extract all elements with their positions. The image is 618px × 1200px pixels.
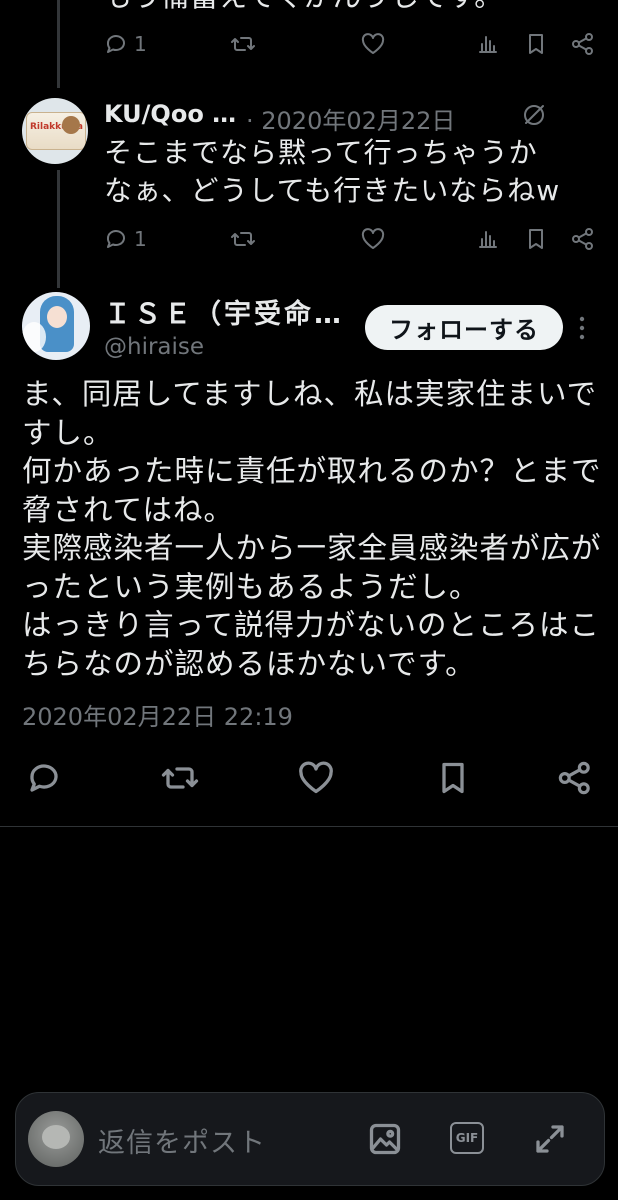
more-icon	[579, 316, 585, 340]
grok-icon	[524, 105, 544, 125]
main-avatar[interactable]	[22, 292, 90, 360]
like-icon	[299, 761, 333, 794]
gif-icon: GIF	[455, 1131, 479, 1145]
avatar-bear-shape	[62, 116, 80, 134]
main-tweet-text: ま、同居してますしね、私は実家住まいですし。 何かあった時に責任が取れるのか？と…	[22, 377, 602, 681]
like-icon	[361, 33, 385, 54]
thread-line-top	[57, 0, 60, 88]
reply-date[interactable]: · 2020年02月22日	[246, 101, 455, 136]
retweet-button-2[interactable]	[230, 227, 256, 251]
reply-avatar[interactable]: Rilakkuma	[22, 98, 88, 164]
reply-icon	[106, 230, 125, 248]
reply-author-name[interactable]: KU/Qoo …	[104, 100, 236, 128]
bookmark-icon	[442, 762, 464, 794]
main-handle[interactable]: @hiraise	[104, 334, 204, 360]
share-icon	[558, 761, 590, 795]
share-icon	[572, 228, 593, 250]
retweet-icon	[231, 232, 255, 246]
like-button[interactable]	[360, 32, 386, 56]
composer-avatar[interactable]	[28, 1111, 84, 1167]
top-tweet-partial-text: もう備蓄えてくがんゔしです。	[104, 0, 604, 16]
reply-count: 1	[134, 227, 147, 251]
reply-icon	[30, 764, 58, 792]
main-display-name[interactable]: ＩＳＥ（宇受命…	[104, 292, 344, 331]
main-like-button[interactable]	[296, 760, 336, 796]
retweet-icon	[231, 37, 255, 51]
main-bookmark-button[interactable]	[435, 760, 471, 796]
like-button-2[interactable]	[360, 227, 386, 251]
thread-line-bottom	[57, 170, 60, 288]
share-button[interactable]	[570, 32, 596, 56]
bookmark-icon	[529, 34, 543, 54]
reply-composer[interactable]: 返信をポスト GIF	[15, 1092, 605, 1186]
retweet-icon	[161, 767, 199, 789]
share-icon	[572, 33, 593, 55]
main-retweet-button[interactable]	[160, 760, 200, 796]
reply-icon	[106, 35, 125, 53]
add-image-button[interactable]	[367, 1121, 403, 1161]
avatar-face-shape	[47, 306, 67, 328]
grok-button[interactable]	[520, 101, 548, 133]
image-icon	[369, 1123, 401, 1155]
reply-button[interactable]: 1	[104, 32, 147, 56]
follow-button[interactable]: フォローする	[365, 305, 563, 350]
views-icon	[479, 231, 497, 248]
bookmark-icon	[529, 229, 543, 249]
expand-composer-button[interactable]	[532, 1121, 568, 1161]
bookmark-button-2[interactable]	[524, 227, 548, 251]
reply-text: そこまでなら黙って行っちゃうかなぁ、どうしても行きたいならねw	[104, 136, 561, 207]
reply-count: 1	[134, 32, 147, 56]
views-button-2[interactable]	[476, 227, 500, 251]
main-timestamp[interactable]: 2020年02月22日 22:19	[22, 697, 293, 732]
expand-icon	[536, 1125, 564, 1153]
more-options-button[interactable]	[576, 314, 588, 346]
divider	[0, 826, 618, 827]
avatar-wing-shape	[22, 322, 46, 352]
share-button-2[interactable]	[570, 227, 596, 251]
bookmark-button[interactable]	[524, 32, 548, 56]
add-gif-button[interactable]: GIF	[450, 1122, 484, 1154]
main-reply-button[interactable]	[25, 760, 63, 796]
views-icon	[479, 36, 497, 53]
reply-button-2[interactable]: 1	[104, 227, 147, 251]
reply-input[interactable]: 返信をポスト	[98, 1121, 266, 1160]
retweet-button[interactable]	[230, 32, 256, 56]
main-share-button[interactable]	[556, 760, 594, 796]
like-icon	[361, 228, 385, 249]
avatar-face-shape	[42, 1125, 70, 1149]
views-button[interactable]	[476, 32, 500, 56]
